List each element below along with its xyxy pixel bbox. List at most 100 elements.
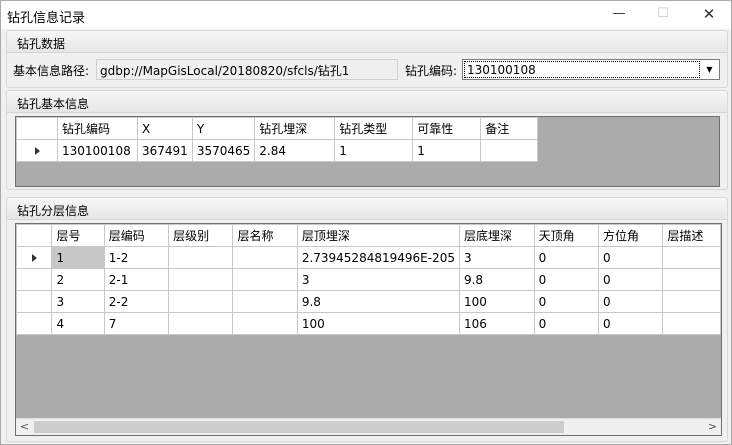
table-row[interactable]: 130100108 367491 3570465 2.84 1 1 [16, 139, 539, 162]
minimize-button[interactable]: — [599, 1, 639, 29]
cell[interactable]: 106 [458, 312, 535, 335]
cell[interactable] [232, 268, 298, 291]
cell[interactable] [232, 246, 298, 269]
cell[interactable]: 1-2 [103, 246, 170, 269]
col-header[interactable]: 层顶埋深 [296, 224, 460, 247]
table-row[interactable]: 4 7 100 106 0 0 [16, 312, 721, 335]
cell[interactable]: 2-2 [103, 290, 170, 313]
cell[interactable]: 100 [458, 290, 535, 313]
row-selector[interactable] [16, 268, 53, 291]
cell[interactable]: 0 [533, 246, 599, 269]
col-header[interactable]: 层描述 [662, 224, 721, 247]
row-selector[interactable] [16, 139, 58, 162]
col-header[interactable]: 备注 [480, 117, 539, 140]
cell[interactable]: 3 [296, 268, 460, 291]
cell[interactable]: 3570465 [191, 139, 256, 162]
table-row[interactable]: 3 2-2 9.8 100 0 0 [16, 290, 721, 313]
cell[interactable]: 0 [597, 290, 664, 313]
cell[interactable]: 2.84 [254, 139, 336, 162]
col-header[interactable]: 层底埋深 [458, 224, 535, 247]
layer-info-grid[interactable]: 层号 层编码 层级别 层名称 层顶埋深 层底埋深 天顶角 方位角 层描述 1 1… [15, 223, 722, 436]
cell[interactable]: 100 [296, 312, 460, 335]
col-header[interactable]: 层号 [51, 224, 105, 247]
horizontal-scrollbar[interactable]: < > [16, 418, 721, 435]
cell[interactable]: 0 [533, 268, 599, 291]
chevron-down-icon[interactable]: ▼ [701, 61, 718, 78]
scroll-right-icon[interactable]: > [704, 419, 721, 435]
code-combobox[interactable]: 130100108 ▼ [462, 59, 720, 80]
cell[interactable]: 4 [51, 312, 105, 335]
col-header[interactable]: 层名称 [232, 224, 298, 247]
cell[interactable]: 9.8 [458, 268, 535, 291]
col-header[interactable]: 层编码 [103, 224, 170, 247]
current-row-icon [34, 146, 40, 155]
col-header[interactable]: Y [191, 117, 256, 140]
title-bar: 钻孔信息记录 — ☐ ✕ [1, 1, 731, 29]
col-header[interactable]: 钻孔类型 [334, 117, 414, 140]
cell[interactable] [168, 312, 234, 335]
row-selector[interactable] [16, 246, 53, 269]
cell[interactable]: 2 [51, 268, 105, 291]
cell[interactable]: 3 [51, 290, 105, 313]
cell[interactable]: 2.73945284819496E-205 [296, 246, 460, 269]
maximize-button[interactable]: ☐ [643, 1, 683, 29]
cell[interactable] [662, 290, 721, 313]
cell[interactable]: 0 [597, 312, 664, 335]
col-header[interactable]: 可靠性 [412, 117, 482, 140]
cell[interactable] [168, 246, 234, 269]
close-button[interactable]: ✕ [689, 1, 729, 29]
cell[interactable]: 9.8 [296, 290, 460, 313]
row-selector[interactable] [16, 312, 53, 335]
path-field[interactable]: gdbp://MapGisLocal/20180820/sfcls/钻孔1 [96, 59, 398, 80]
col-header[interactable]: X [137, 117, 193, 140]
col-header[interactable]: 天顶角 [533, 224, 599, 247]
cell[interactable]: 7 [103, 312, 170, 335]
cell[interactable]: 1 [334, 139, 414, 162]
cell[interactable] [168, 268, 234, 291]
cell[interactable]: 1 [412, 139, 482, 162]
col-header[interactable]: 钻孔编码 [57, 117, 138, 140]
layer-info-title: 钻孔分层信息 [17, 204, 90, 218]
layer-info-table: 层号 层编码 层级别 层名称 层顶埋深 层底埋深 天顶角 方位角 层描述 1 1… [16, 224, 721, 335]
basic-info-grid[interactable]: 钻孔编码 X Y 钻孔埋深 钻孔类型 可靠性 备注 130100108 3674… [15, 116, 720, 187]
cell[interactable] [662, 246, 721, 269]
col-header[interactable]: 钻孔埋深 [254, 117, 336, 140]
scroll-left-icon[interactable]: < [16, 419, 33, 435]
cell[interactable]: 1 [51, 246, 105, 269]
drill-data-group: 钻孔数据 基本信息路径: gdbp://MapGisLocal/20180820… [6, 30, 728, 88]
table-row[interactable]: 2 2-1 3 9.8 0 0 [16, 268, 721, 291]
layer-info-group: 钻孔分层信息 层号 层编码 层级别 层名称 层顶埋深 层底埋深 天顶角 方位角 … [6, 197, 728, 442]
cell[interactable]: 0 [533, 290, 599, 313]
drill-info-window: 钻孔信息记录 — ☐ ✕ 钻孔数据 基本信息路径: gdbp://MapGisL… [0, 0, 732, 445]
basic-info-header: 钻孔基本信息 [7, 91, 727, 113]
cell[interactable] [662, 312, 721, 335]
cell[interactable] [480, 139, 539, 162]
row-header-corner [16, 224, 53, 247]
cell[interactable] [662, 268, 721, 291]
scroll-thumb[interactable] [34, 421, 564, 433]
code-combobox-value[interactable]: 130100108 [464, 61, 700, 78]
table-row[interactable]: 1 1-2 2.73945284819496E-205 3 0 0 [16, 246, 721, 269]
cell[interactable] [232, 312, 298, 335]
layer-info-header: 钻孔分层信息 [7, 198, 727, 220]
cell[interactable]: 3 [458, 246, 535, 269]
basic-info-header-row: 钻孔编码 X Y 钻孔埋深 钻孔类型 可靠性 备注 [16, 117, 539, 140]
row-header-corner [16, 117, 58, 140]
cell[interactable]: 367491 [137, 139, 193, 162]
col-header[interactable]: 方位角 [597, 224, 664, 247]
basic-info-table: 钻孔编码 X Y 钻孔埋深 钻孔类型 可靠性 备注 130100108 3674… [16, 117, 539, 162]
code-label: 钻孔编码: [405, 64, 458, 78]
cell[interactable]: 130100108 [57, 139, 138, 162]
cell[interactable]: 0 [597, 268, 664, 291]
cell[interactable]: 2-1 [103, 268, 170, 291]
row-selector[interactable] [16, 290, 53, 313]
basic-info-group: 钻孔基本信息 钻孔编码 X Y 钻孔埋深 钻孔类型 可靠性 备注 1301001… [6, 90, 728, 190]
cell[interactable] [232, 290, 298, 313]
cell[interactable]: 0 [533, 312, 599, 335]
drill-data-title: 钻孔数据 [17, 37, 66, 51]
cell[interactable] [168, 290, 234, 313]
drill-data-header: 钻孔数据 [7, 31, 727, 53]
col-header[interactable]: 层级别 [168, 224, 234, 247]
cell[interactable]: 0 [597, 246, 664, 269]
layer-info-header-row: 层号 层编码 层级别 层名称 层顶埋深 层底埋深 天顶角 方位角 层描述 [16, 224, 721, 247]
